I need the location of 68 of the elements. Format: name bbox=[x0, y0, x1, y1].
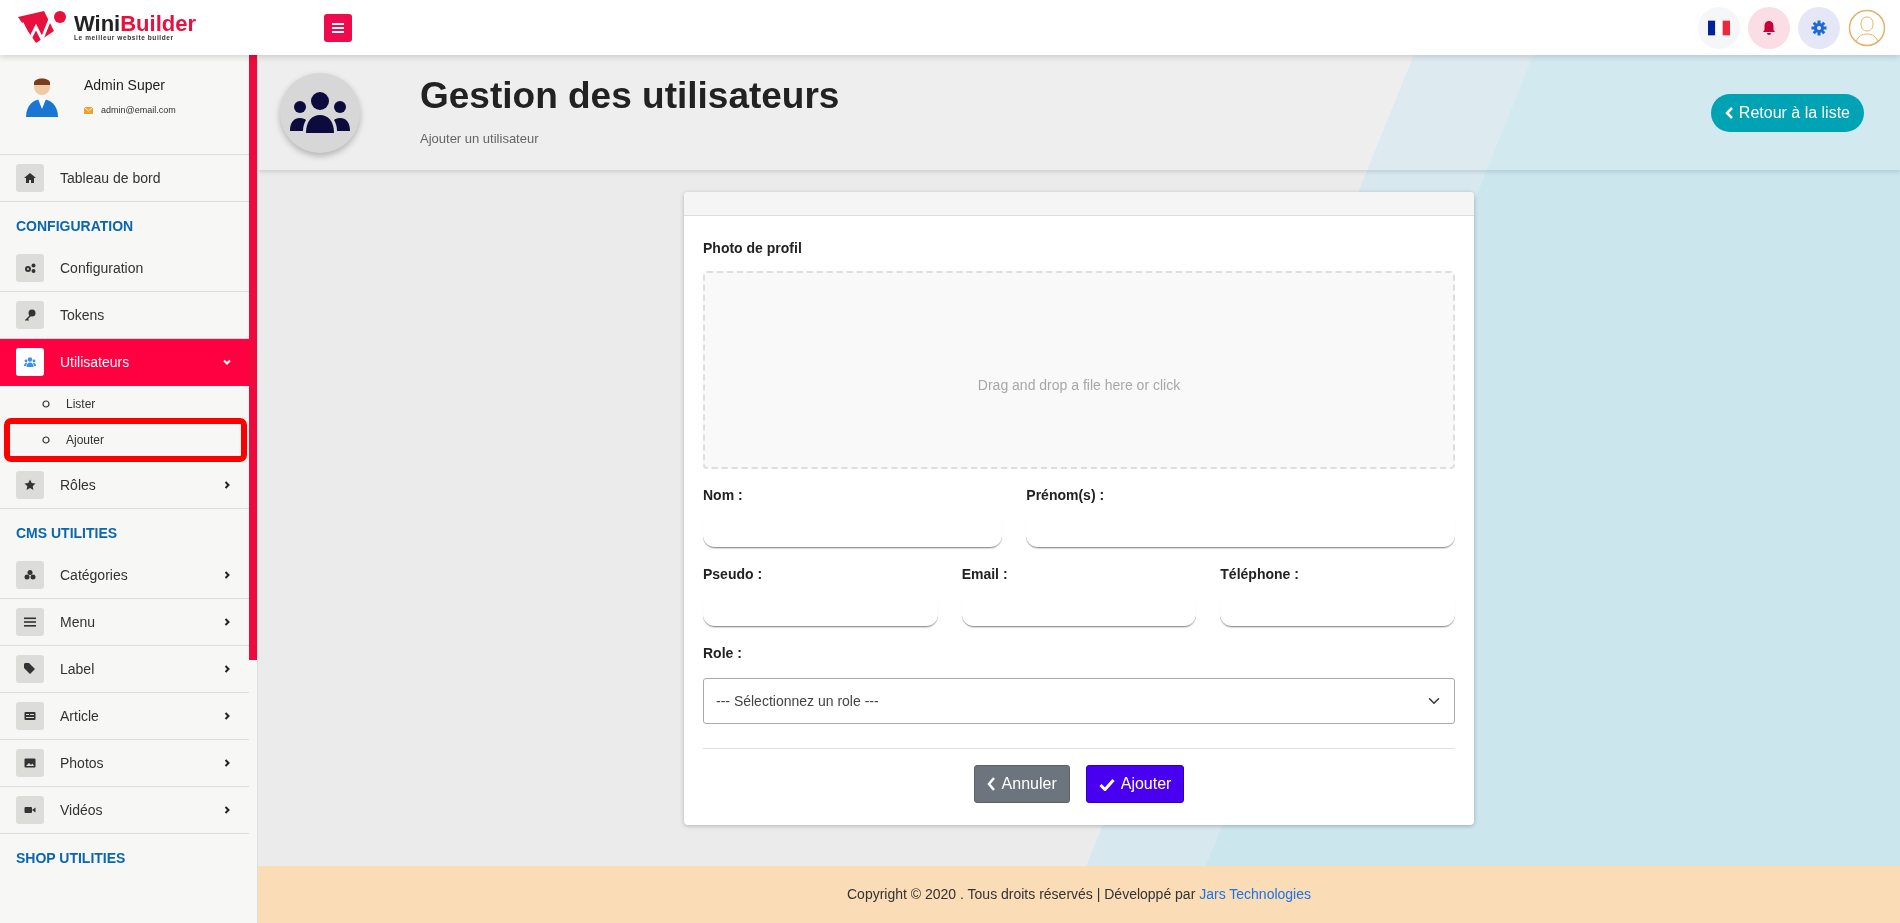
chevron-left-icon bbox=[1724, 106, 1734, 119]
language-button[interactable] bbox=[1698, 6, 1740, 49]
submit-button[interactable]: Ajouter bbox=[1085, 765, 1185, 803]
video-camera-icon bbox=[24, 804, 36, 816]
field-label: Nom : bbox=[703, 486, 744, 505]
menu-icon bbox=[332, 22, 344, 33]
cubes-icon bbox=[24, 569, 36, 581]
image-icon bbox=[24, 757, 36, 769]
field-label: Email : bbox=[961, 565, 1009, 584]
star-icon bbox=[24, 479, 36, 491]
circle-icon bbox=[42, 400, 50, 408]
submenu-item[interactable]: Lister bbox=[0, 386, 249, 422]
home-icon bbox=[24, 172, 36, 184]
bell-icon bbox=[1762, 19, 1776, 36]
sidebar-item[interactable]: Catégories bbox=[0, 552, 249, 599]
section-heading: SHOP UTILITIES bbox=[15, 849, 127, 868]
sidebar-item[interactable]: Tableau de bord bbox=[0, 155, 249, 202]
menu-button[interactable] bbox=[324, 13, 352, 42]
chevron-left-icon bbox=[986, 777, 996, 791]
sidebar-item[interactable]: Rôles bbox=[0, 462, 249, 509]
chevron-right-icon bbox=[223, 481, 231, 489]
page-subtitle: Ajouter un utilisateur bbox=[420, 130, 540, 149]
notifications-button[interactable] bbox=[1748, 6, 1790, 49]
settings-icon bbox=[1811, 19, 1827, 36]
field-label: Role : bbox=[703, 644, 743, 663]
role-select[interactable]: --- Sélectionnez un role --- bbox=[703, 678, 1455, 724]
sidebar-item[interactable]: Menu bbox=[0, 599, 249, 646]
page-title: Gestion des utilisateurs bbox=[420, 76, 840, 118]
field-label: Photo de profil bbox=[703, 239, 803, 258]
scrollbar-thumb[interactable] bbox=[249, 55, 257, 660]
chevron-right-icon bbox=[223, 618, 231, 626]
sidebar-item[interactable]: Vidéos bbox=[0, 787, 249, 834]
check-icon bbox=[1098, 777, 1115, 791]
avatar-icon[interactable] bbox=[1848, 8, 1886, 47]
sidebar-item[interactable]: Configuration bbox=[0, 245, 249, 292]
section-heading: CMS UTILITIES bbox=[15, 524, 119, 543]
chevron-right-icon bbox=[223, 759, 231, 767]
tags-icon bbox=[24, 663, 36, 675]
field-label: Pseudo : bbox=[703, 565, 764, 584]
envelope-icon bbox=[84, 107, 93, 115]
settings-button[interactable] bbox=[1798, 6, 1840, 49]
chevron-right-icon bbox=[223, 665, 231, 673]
chevron-right-icon bbox=[223, 806, 231, 814]
chevron-down-icon bbox=[223, 358, 231, 366]
user-name: Admin Super bbox=[84, 76, 166, 95]
sidebar-item[interactable]: Label bbox=[0, 646, 249, 693]
chevron-right-icon bbox=[223, 571, 231, 579]
sidebar-item[interactable]: Photos bbox=[0, 740, 249, 787]
logo-text: Builder bbox=[120, 13, 197, 36]
circle-icon bbox=[42, 436, 50, 444]
field-label: Prénom(s) : bbox=[1026, 486, 1106, 505]
sidebar-item[interactable]: Utilisateurs bbox=[0, 339, 249, 386]
newspaper-icon bbox=[24, 710, 36, 722]
field-label: Téléphone : bbox=[1220, 565, 1300, 584]
key-icon bbox=[24, 309, 36, 321]
menu-icon bbox=[24, 616, 36, 628]
user-email: admin@email.com bbox=[101, 104, 176, 117]
users-icon bbox=[280, 72, 360, 153]
sidebar-item[interactable]: Article bbox=[0, 693, 249, 740]
flag-icon bbox=[1708, 19, 1730, 36]
gears-icon bbox=[24, 262, 36, 274]
logo-text: Wini bbox=[74, 13, 121, 36]
cancel-button[interactable]: Annuler bbox=[973, 765, 1070, 803]
chevron-right-icon bbox=[223, 712, 231, 720]
users-icon bbox=[24, 356, 36, 368]
section-heading: CONFIGURATION bbox=[15, 217, 135, 236]
submenu-item[interactable]: Ajouter bbox=[8, 422, 243, 458]
copyright-text: Copyright © 2020 . Tous droits réservés | Développé par Jars Technologies bbox=[847, 885, 1311, 904]
